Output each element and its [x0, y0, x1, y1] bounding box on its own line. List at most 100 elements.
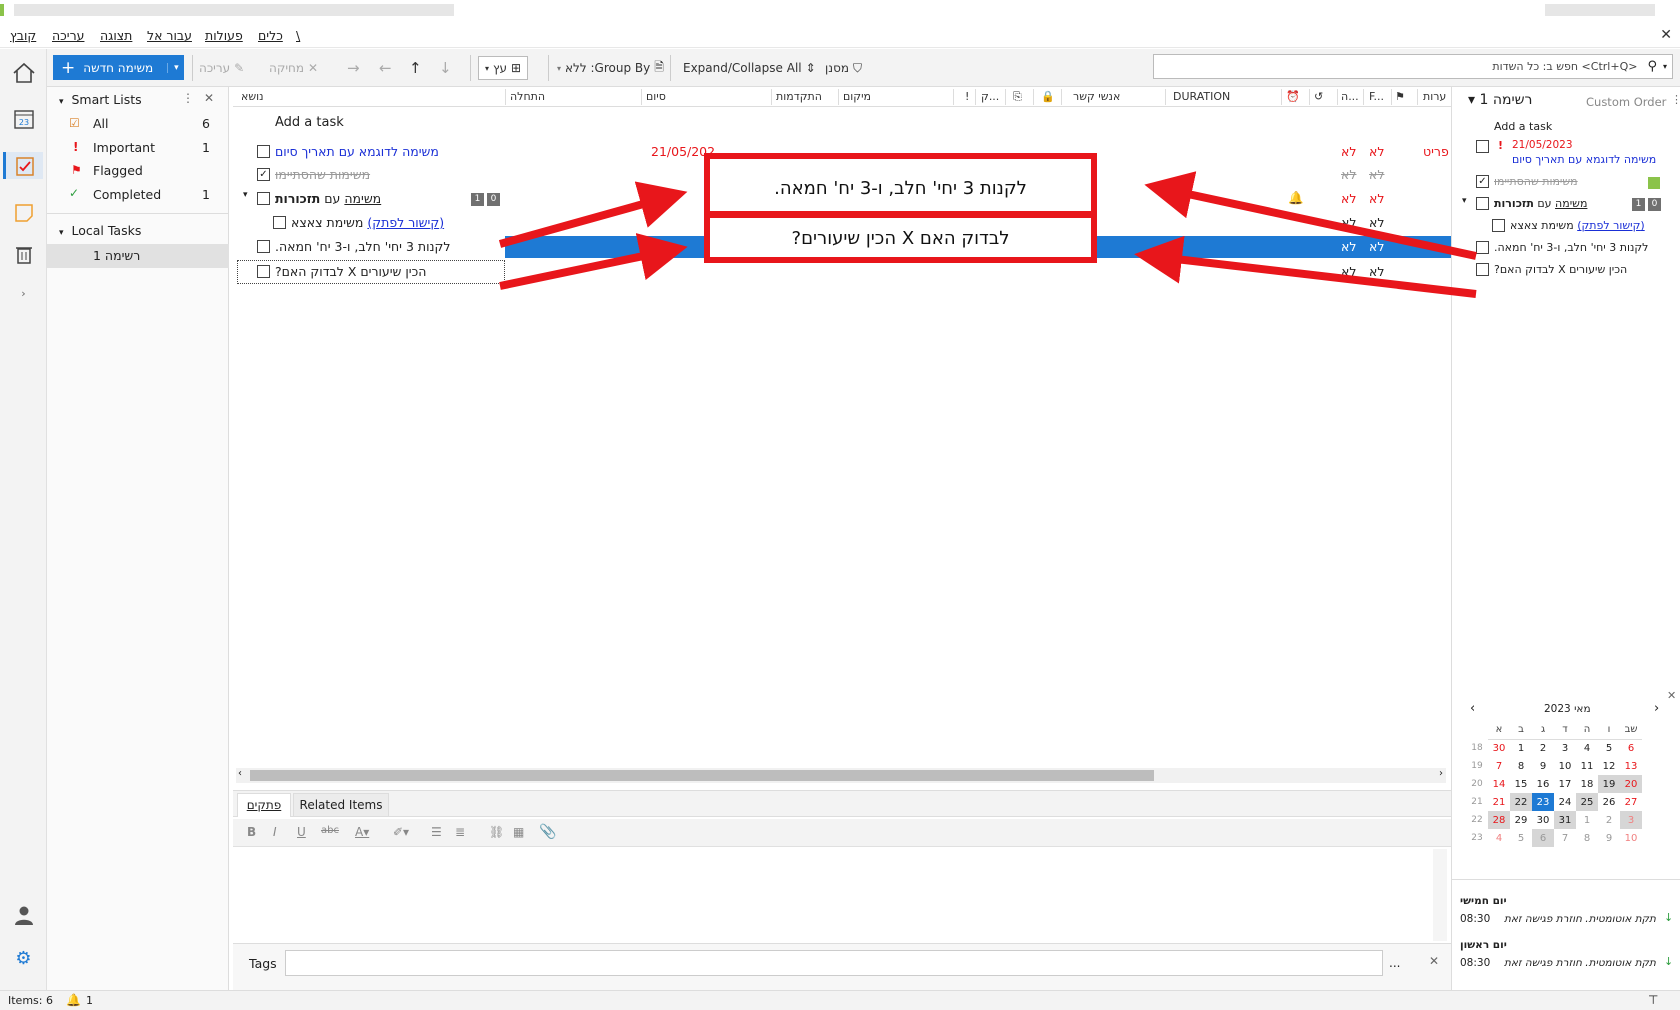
add-task-input[interactable]: Add a task: [1494, 120, 1552, 133]
calendar-day[interactable]: 24: [1554, 793, 1576, 811]
task-checkbox[interactable]: [1476, 241, 1489, 254]
col-h[interactable]: ה...: [1341, 90, 1359, 103]
task-subject[interactable]: (קישור לפתק) משימת צאצא: [1510, 219, 1645, 232]
col-duration[interactable]: DURATION: [1173, 90, 1230, 103]
col-subject[interactable]: נושא: [241, 90, 264, 103]
smart-lists-header[interactable]: ▾ Smart Lists: [59, 92, 142, 107]
menu-edit[interactable]: עריכה: [52, 28, 84, 43]
flag-column-icon[interactable]: ⚑: [1395, 90, 1405, 103]
calendar-day[interactable]: 5: [1598, 739, 1620, 757]
link-icon[interactable]: ⛓: [489, 825, 504, 839]
task-checkbox[interactable]: [257, 240, 270, 253]
delete-button[interactable]: ✕ מחיקה: [269, 57, 318, 79]
calendar-day[interactable]: 27: [1620, 793, 1642, 811]
next-month-icon[interactable]: ›: [1654, 701, 1659, 716]
calendar-day[interactable]: 19: [1598, 775, 1620, 793]
task-subject[interactable]: משימה עם תזכורות: [1494, 197, 1587, 210]
col-end[interactable]: סיום: [646, 90, 666, 103]
move-up-icon[interactable]: ↑: [409, 57, 422, 79]
calendar-day[interactable]: 30: [1488, 739, 1510, 757]
calendar-day[interactable]: 3: [1620, 811, 1642, 829]
calendar-day[interactable]: 16: [1532, 775, 1554, 793]
new-task-dropdown-icon[interactable]: ▾: [167, 62, 179, 73]
agenda-item[interactable]: תקת אוטומטית. חוזרת פגישה זאת: [1504, 913, 1656, 925]
calendar-day[interactable]: 7: [1554, 829, 1576, 847]
calendar-day[interactable]: 6: [1532, 829, 1554, 847]
horizontal-scrollbar[interactable]: ‹ ›: [236, 768, 1446, 783]
col-f[interactable]: F...: [1369, 90, 1384, 103]
task-link[interactable]: משימה: [1555, 197, 1587, 210]
calendar-day[interactable]: 3: [1554, 739, 1576, 757]
bullet-list-icon[interactable]: ☰: [431, 825, 442, 839]
chevron-down-icon[interactable]: ▾: [1462, 196, 1467, 206]
menu-actions[interactable]: פעולות: [205, 28, 243, 43]
filter-button[interactable]: ⛉ מסנן: [825, 57, 862, 79]
calendar-day[interactable]: 25: [1576, 793, 1598, 811]
menu-file[interactable]: קובץ: [10, 28, 36, 43]
col-location[interactable]: מיקום: [843, 90, 871, 103]
col-start[interactable]: התחלה: [510, 90, 545, 103]
move-down-icon[interactable]: ↓: [439, 57, 452, 79]
task-subject[interactable]: משימות שהסתיימו: [275, 167, 370, 182]
trash-icon[interactable]: [10, 240, 37, 267]
scroll-right-icon[interactable]: ›: [1439, 768, 1443, 779]
numbered-list-icon[interactable]: ≣: [455, 825, 465, 839]
calendar-day[interactable]: 15: [1510, 775, 1532, 793]
col-category[interactable]: ק...: [981, 90, 999, 103]
task-checkbox[interactable]: [1476, 263, 1489, 276]
task-checkbox[interactable]: [273, 216, 286, 229]
attachment-icon[interactable]: ⎘: [1013, 90, 1022, 104]
col-progress[interactable]: התקדמות: [776, 90, 822, 103]
strikethrough-icon[interactable]: abc: [321, 825, 339, 836]
task-subject[interactable]: משימה עם תזכורות: [275, 191, 381, 206]
chevron-down-icon[interactable]: ▾: [1663, 62, 1667, 71]
resize-grip-icon[interactable]: ⊤: [1648, 993, 1658, 1007]
agenda-item[interactable]: תקת אוטומטית. חוזרת פגישה זאת: [1504, 957, 1656, 969]
calendar-day[interactable]: 8: [1510, 757, 1532, 775]
italic-icon[interactable]: I: [273, 825, 277, 839]
notes-icon[interactable]: [10, 199, 37, 226]
task-checkbox[interactable]: [1492, 219, 1505, 232]
tab-related-items[interactable]: Related Items: [293, 793, 389, 817]
calendar-day[interactable]: 31: [1554, 811, 1576, 829]
task-checkbox[interactable]: [257, 192, 270, 205]
lock-icon[interactable]: 🔒: [1041, 90, 1055, 103]
calendar-day[interactable]: 4: [1576, 739, 1598, 757]
settings-gear-icon[interactable]: ⚙: [10, 945, 37, 972]
close-icon[interactable]: ✕: [1429, 954, 1439, 968]
task-subject[interactable]: הכין שיעורים X לבדוק האם?: [1494, 263, 1627, 276]
chevron-down-icon[interactable]: ▾: [243, 190, 248, 200]
calendar-day[interactable]: 17: [1554, 775, 1576, 793]
search-icon[interactable]: ⚲: [1647, 59, 1657, 74]
task-subject[interactable]: לקנות 3 יחי' חלב, ו-3 יח' חמאה.: [1494, 241, 1648, 254]
calendar-day[interactable]: 5: [1510, 829, 1532, 847]
list-title[interactable]: רשימה 1 ▾: [1468, 92, 1532, 108]
user-icon[interactable]: [10, 901, 37, 928]
font-color-icon[interactable]: A▾: [355, 825, 369, 839]
close-icon[interactable]: ✕: [1660, 27, 1672, 43]
scroll-left-icon[interactable]: ‹: [238, 768, 242, 779]
task-checkbox[interactable]: [1476, 140, 1489, 153]
reminder-bell-icon[interactable]: 🔔: [1288, 190, 1304, 206]
scroll-thumb[interactable]: [250, 770, 1154, 781]
edit-button[interactable]: ✎ עריכה: [199, 57, 244, 79]
calendar-day[interactable]: 4: [1488, 829, 1510, 847]
smart-list-important[interactable]: Important: [93, 140, 155, 155]
calendar-day[interactable]: 22: [1510, 793, 1532, 811]
tasks-icon[interactable]: [3, 152, 43, 179]
task-subject[interactable]: משימות שהסתיימו: [1494, 175, 1578, 188]
menu-view[interactable]: תצוגה: [100, 28, 132, 43]
notes-editor[interactable]: [233, 849, 1433, 941]
reminder-bell-icon[interactable]: 🔔: [66, 993, 81, 1007]
tree-view-dropdown[interactable]: ⊞ עץ ▾: [478, 56, 529, 80]
task-checkbox[interactable]: [1476, 197, 1489, 210]
task-checkbox-checked[interactable]: ✓: [1476, 175, 1489, 188]
history-icon[interactable]: ↺: [1314, 90, 1323, 103]
menu-extra[interactable]: \: [296, 28, 300, 43]
bold-icon[interactable]: B: [247, 825, 256, 839]
smart-list-completed[interactable]: Completed: [93, 187, 161, 202]
task-subject[interactable]: הכין שיעורים X לבדוק האם?: [275, 264, 426, 279]
insert-date-icon[interactable]: ▦: [513, 825, 524, 839]
highlight-icon[interactable]: ✐▾: [393, 825, 409, 839]
indent-left-icon[interactable]: ←: [379, 57, 392, 79]
